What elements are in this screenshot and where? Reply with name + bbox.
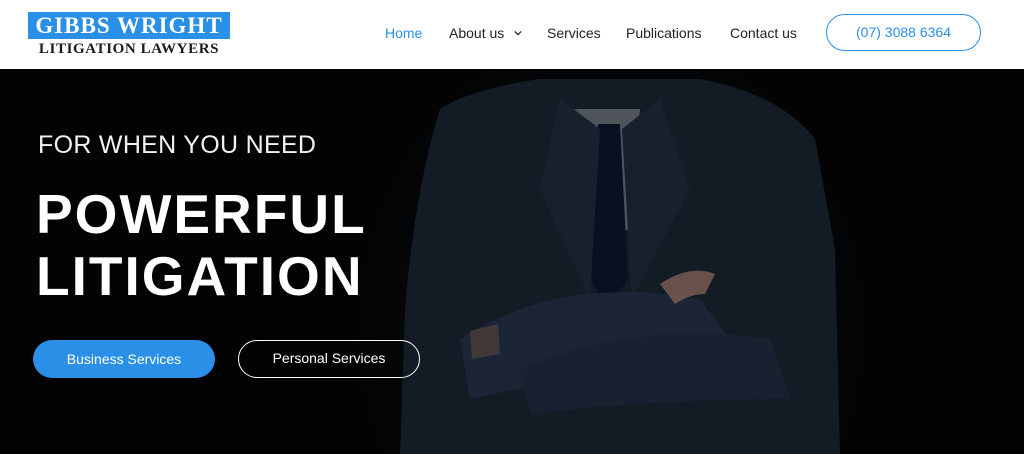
- nav-about-us[interactable]: About us: [449, 23, 522, 43]
- business-services-button[interactable]: Business Services: [33, 340, 215, 378]
- nav-services[interactable]: Services: [547, 23, 601, 43]
- personal-services-button[interactable]: Personal Services: [238, 340, 420, 378]
- nav-home[interactable]: Home: [385, 23, 422, 43]
- nav-contact-us[interactable]: Contact us: [730, 23, 797, 43]
- phone-button[interactable]: (07) 3088 6364: [826, 14, 981, 51]
- site-header: GIBBS WRIGHT LITIGATION LAWYERS Home Abo…: [0, 0, 1024, 69]
- chevron-down-icon: [514, 30, 522, 36]
- hero-title-line2: LITIGATION: [36, 245, 364, 307]
- hero-section: FOR WHEN YOU NEED POWERFUL LITIGATION Bu…: [0, 69, 1024, 454]
- nav-about-us-label: About us: [449, 25, 505, 41]
- hero-title: POWERFUL LITIGATION: [36, 183, 367, 307]
- hero-subtitle: FOR WHEN YOU NEED: [38, 131, 317, 159]
- hero-title-line1: POWERFUL: [36, 183, 367, 245]
- nav-publications[interactable]: Publications: [626, 23, 702, 43]
